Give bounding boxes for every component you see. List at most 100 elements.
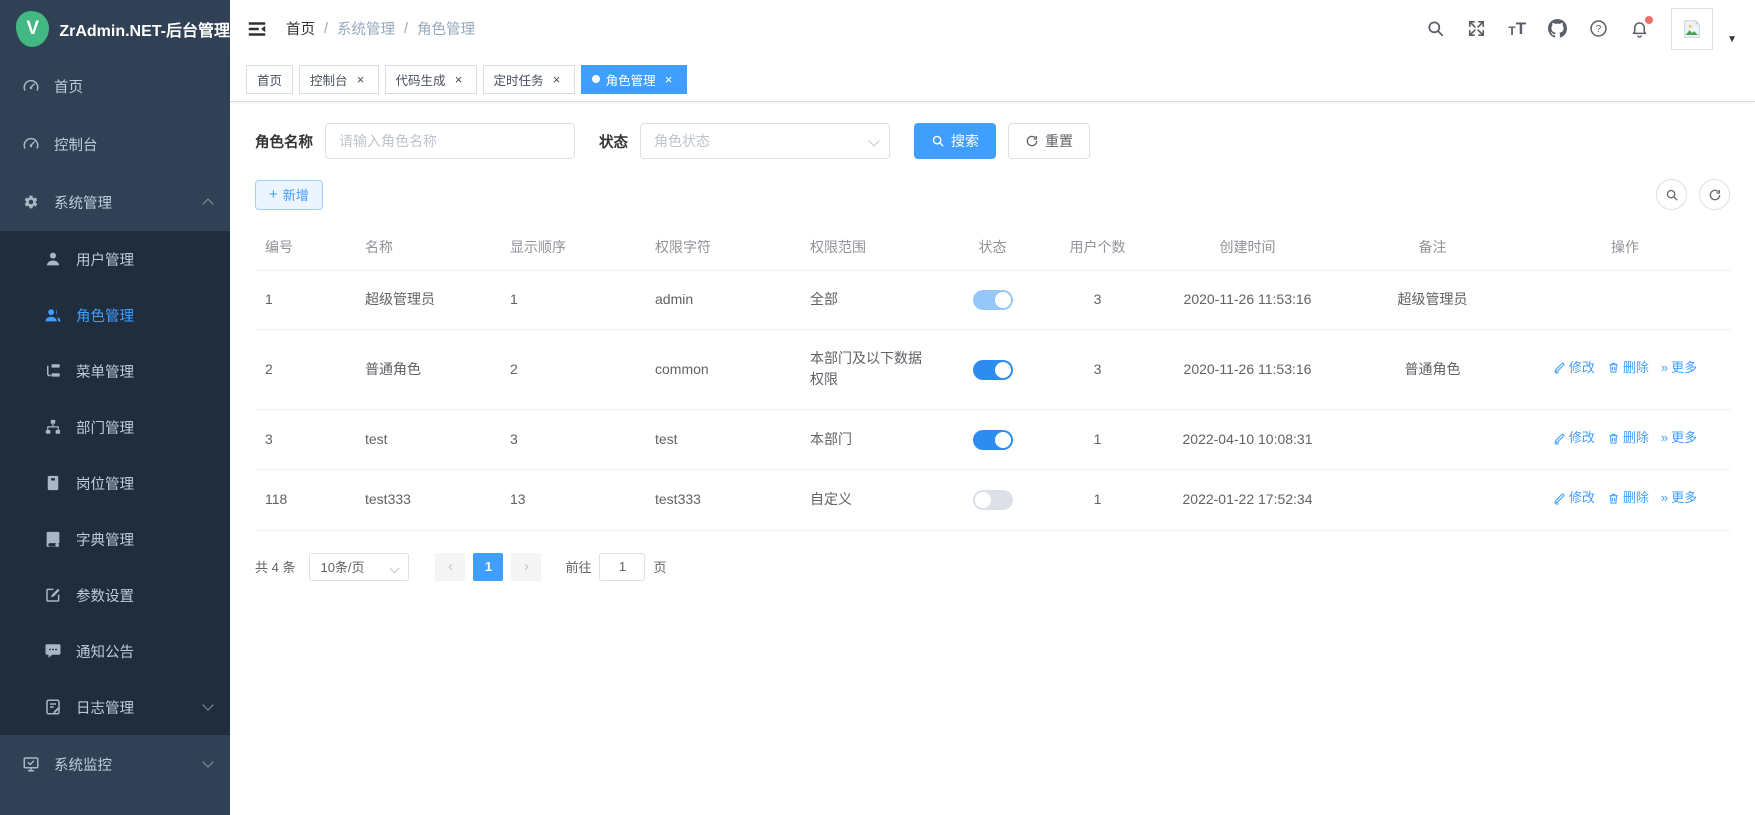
show-search-button[interactable] — [1656, 179, 1687, 210]
add-button[interactable]: + 新增 — [255, 180, 323, 210]
sidebar-item-users[interactable]: 用户管理 — [0, 231, 230, 287]
chevron-down-icon — [390, 563, 400, 573]
sidebar-item-roles[interactable]: 角色管理 — [0, 287, 230, 343]
cell-scope: 本部门及以下数据权限 — [800, 329, 940, 409]
refresh-icon — [1708, 188, 1722, 202]
edit-link[interactable]: 修改 — [1553, 358, 1595, 378]
dropdown-caret-icon[interactable]: ▼ — [1727, 34, 1737, 45]
close-icon[interactable]: × — [354, 72, 368, 86]
goto-page-input[interactable] — [599, 553, 645, 581]
delete-link[interactable]: 删除 — [1607, 428, 1649, 448]
table-row: 2 普通角色 2 common 本部门及以下数据权限 3 2020-11-26 … — [255, 329, 1730, 409]
pen-icon — [1553, 492, 1566, 505]
col-perm: 权限字符 — [645, 226, 800, 271]
sidebar-item-departments[interactable]: 部门管理 — [0, 399, 230, 455]
tree-icon — [44, 362, 62, 380]
search-button[interactable]: 搜索 — [914, 123, 996, 159]
breadcrumb-system[interactable]: 系统管理 — [337, 18, 395, 39]
table-header-row: 编号 名称 显示顺序 权限字符 权限范围 状态 用户个数 创建时间 备注 操作 — [255, 226, 1730, 271]
sidebar-item-system[interactable]: 系统管理 — [0, 173, 230, 231]
tab-scheduled-tasks[interactable]: 定时任务 × — [483, 65, 575, 94]
active-dot — [592, 75, 600, 83]
role-name-input[interactable] — [325, 123, 575, 159]
breadcrumb-separator: / — [404, 21, 408, 37]
refresh-table-button[interactable] — [1699, 179, 1730, 210]
sidebar-item-notices[interactable]: 通知公告 — [0, 623, 230, 679]
sidebar-item-label: 系统管理 — [54, 192, 112, 213]
svg-text:?: ? — [1596, 24, 1602, 35]
cell-created: 2022-04-10 10:08:31 — [1150, 410, 1345, 470]
book-icon — [44, 530, 62, 548]
status-switch[interactable] — [973, 290, 1013, 310]
user-icon — [44, 250, 62, 268]
sidebar-item-menus[interactable]: 菜单管理 — [0, 343, 230, 399]
sidebar-item-console[interactable]: 控制台 — [0, 115, 230, 173]
reset-button[interactable]: 重置 — [1008, 123, 1090, 159]
status-switch[interactable] — [973, 490, 1013, 510]
delete-link[interactable]: 删除 — [1607, 488, 1649, 508]
logo: V — [16, 11, 49, 47]
tab-roles[interactable]: 角色管理 × — [581, 65, 687, 94]
sidebar-item-dictionary[interactable]: 字典管理 — [0, 511, 230, 567]
sidebar-item-label: 字典管理 — [76, 529, 134, 550]
cell-name: 普通角色 — [355, 329, 500, 409]
status-switch[interactable] — [973, 430, 1013, 450]
trash-icon — [1607, 361, 1620, 374]
sidebar-item-label: 系统监控 — [54, 754, 112, 775]
gear-icon — [22, 193, 40, 211]
sidebar-fold-icon[interactable] — [246, 18, 268, 40]
sidebar-item-label: 日志管理 — [76, 697, 134, 718]
tab-console[interactable]: 控制台 × — [299, 65, 379, 94]
dashboard-icon — [22, 135, 40, 153]
edit-square-icon — [44, 586, 62, 604]
close-icon[interactable]: × — [452, 72, 466, 86]
status-select-input[interactable] — [640, 123, 890, 159]
prev-page-button[interactable]: ‹ — [435, 553, 465, 581]
breadcrumb-home[interactable]: 首页 — [286, 18, 315, 39]
app-layout: V ZrAdmin.NET-后台管理 首页 控制台 系统管理 — [0, 0, 1755, 815]
tab-label: 首页 — [257, 70, 282, 89]
cell-created: 2022-01-22 17:52:34 — [1150, 470, 1345, 530]
sidebar-item-logs[interactable]: 日志管理 — [0, 679, 230, 735]
fullscreen-icon[interactable] — [1467, 19, 1486, 38]
close-icon[interactable]: × — [662, 72, 676, 86]
table-row: 3 test 3 test 本部门 1 2022-04-10 10:08:31 … — [255, 410, 1730, 470]
tab-codegen[interactable]: 代码生成 × — [385, 65, 477, 94]
more-link[interactable]: »更多 — [1661, 488, 1697, 508]
sidebar-item-monitor[interactable]: 系统监控 — [0, 735, 230, 793]
goto-label: 前往 — [565, 557, 591, 576]
tab-home[interactable]: 首页 — [246, 65, 293, 94]
cell-actions — [1520, 271, 1730, 330]
page-number-1[interactable]: 1 — [473, 553, 503, 581]
cell-remark: 超级管理员 — [1345, 271, 1520, 330]
logo-row[interactable]: V ZrAdmin.NET-后台管理 — [0, 0, 230, 57]
sidebar-item-parameters[interactable]: 参数设置 — [0, 567, 230, 623]
main-area: 首页 / 系统管理 / 角色管理 TT ? — [230, 0, 1755, 815]
edit-link[interactable]: 修改 — [1553, 428, 1595, 448]
delete-link[interactable]: 删除 — [1607, 358, 1649, 378]
help-icon[interactable]: ? — [1589, 19, 1608, 38]
trash-icon — [1607, 492, 1620, 505]
status-switch[interactable] — [973, 360, 1013, 380]
chevron-up-icon — [202, 198, 213, 209]
total-count: 共 4 条 — [255, 557, 295, 576]
breadcrumb-separator: / — [324, 21, 328, 37]
sidebar-item-label: 菜单管理 — [76, 361, 134, 382]
search-icon[interactable] — [1426, 19, 1445, 38]
sidebar-item-posts[interactable]: 岗位管理 — [0, 455, 230, 511]
sidebar-item-home[interactable]: 首页 — [0, 57, 230, 115]
next-page-button[interactable]: › — [511, 553, 541, 581]
system-submenu: 用户管理 角色管理 菜单管理 部门管理 — [0, 231, 230, 735]
tag-view-bar: 首页 控制台 × 代码生成 × 定时任务 × 角色管理 × — [230, 57, 1755, 102]
more-link[interactable]: »更多 — [1661, 428, 1697, 448]
edit-link[interactable]: 修改 — [1553, 488, 1595, 508]
search-icon — [1665, 188, 1679, 202]
font-size-icon[interactable]: TT — [1508, 20, 1526, 37]
more-link[interactable]: »更多 — [1661, 358, 1697, 378]
bell-icon[interactable] — [1630, 19, 1649, 38]
cell-order: 2 — [500, 329, 645, 409]
github-icon[interactable] — [1548, 19, 1567, 38]
page-size-select[interactable]: 10条/页 — [309, 553, 409, 581]
avatar[interactable] — [1671, 8, 1713, 50]
close-icon[interactable]: × — [550, 72, 564, 86]
